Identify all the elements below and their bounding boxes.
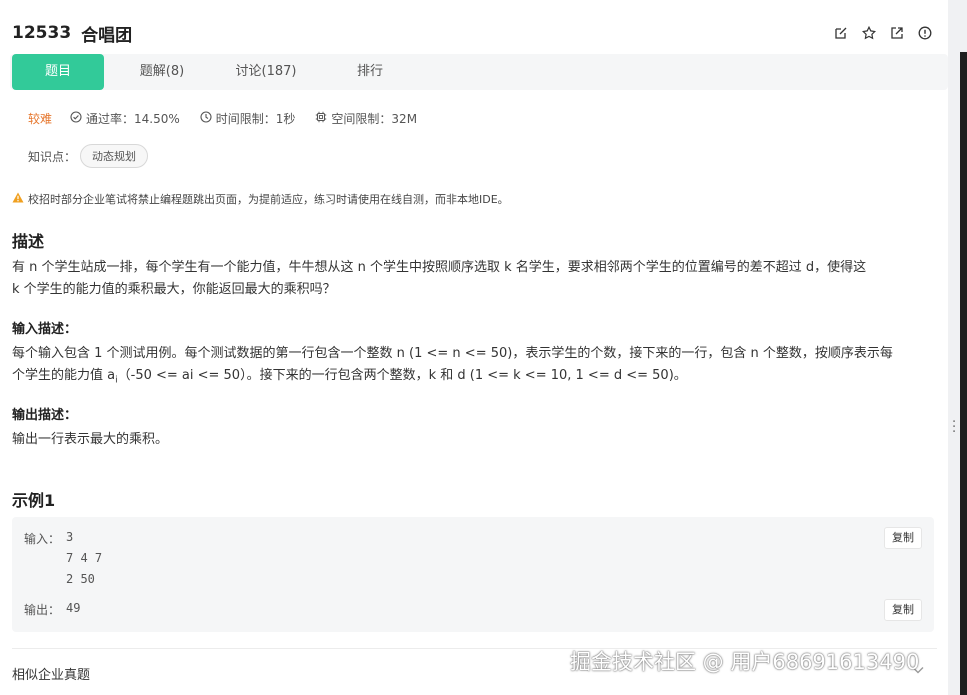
input-desc-title: 输入描述：	[12, 322, 78, 337]
space-limit: 空间限制：32M	[331, 111, 418, 126]
example-output-label: 输出：	[24, 603, 61, 617]
star-icon[interactable]	[860, 24, 878, 42]
copy-output-button[interactable]: 复制	[884, 599, 922, 621]
example-title: 示例1	[12, 491, 56, 510]
example-box: 输入： 3 7 4 7 2 50 复制 输出： 49 复制	[12, 517, 934, 632]
problem-title: 合唱团	[81, 25, 133, 46]
difficulty-badge: 较难	[28, 111, 53, 126]
memory-chip-icon	[315, 111, 327, 126]
knowledge-points: 知识点： 动态规划	[28, 144, 149, 168]
input-desc-text: 每个输入包含 1 个测试用例。每个测试数据的第一行包含一个整数 n (1 <= …	[12, 346, 893, 386]
similar-problems-header[interactable]: 相似企业真题	[12, 664, 90, 683]
notice-banner: 校招时部分企业笔试将禁止编程题跳出页面，为提前适应，练习时请使用在线自测，而非本…	[12, 191, 509, 207]
example-output-code: 49	[66, 601, 81, 615]
title-toolbar	[832, 24, 934, 42]
watermark: 掘金技术社区 @ 用户68691613490	[570, 650, 920, 674]
description-title: 描述	[12, 232, 45, 251]
knowledge-tag[interactable]: 动态规划	[80, 144, 149, 168]
knowledge-label: 知识点：	[28, 149, 77, 164]
tab-bar: 题目 题解(8) 讨论(187) 排行	[10, 54, 948, 90]
notice-text: 校招时部分企业笔试将禁止编程题跳出页面，为提前适应，练习时请使用在线自测，而非本…	[28, 193, 509, 206]
example-input-code: 3 7 4 7 2 50	[66, 530, 103, 586]
tab-discussion[interactable]: 讨论(187)	[220, 54, 312, 90]
external-link-icon[interactable]	[888, 24, 906, 42]
output-desc-text: 输出一行表示最大的乘积。	[12, 432, 169, 447]
clock-icon	[200, 110, 212, 126]
example-input-label: 输入：	[24, 532, 61, 546]
problem-header: 12533 合唱团	[12, 20, 132, 46]
time-limit: 时间限制：1秒	[215, 111, 296, 126]
resize-handle-icon[interactable]: · · ·	[952, 416, 956, 439]
tab-problem[interactable]: 题目	[12, 54, 104, 90]
tab-solutions[interactable]: 题解(8)	[114, 54, 210, 90]
output-desc-title: 输出描述：	[12, 408, 78, 423]
problem-meta: 较难 通过率：14.50% 时间限制：1秒 空间限制：32M	[28, 109, 437, 127]
side-gutter: · · ·	[948, 0, 967, 695]
info-icon[interactable]	[916, 24, 934, 42]
edit-icon[interactable]	[832, 24, 850, 42]
warning-icon	[12, 192, 24, 206]
scroll-track[interactable]	[960, 52, 967, 695]
copy-input-button[interactable]: 复制	[884, 527, 922, 549]
check-circle-icon	[70, 110, 82, 126]
pass-rate: 通过率：14.50%	[86, 111, 180, 126]
tab-ranking[interactable]: 排行	[332, 54, 408, 90]
problem-panel: 12533 合唱团 题目 题解(8) 讨论(187) 排行 较难 通过率：14.…	[0, 0, 948, 695]
problem-id: 12533	[12, 23, 72, 43]
description-text: 有 n 个学生站成一排，每个学生有一个能力值，牛牛想从这 n 个学生中按照顺序选…	[12, 260, 867, 297]
